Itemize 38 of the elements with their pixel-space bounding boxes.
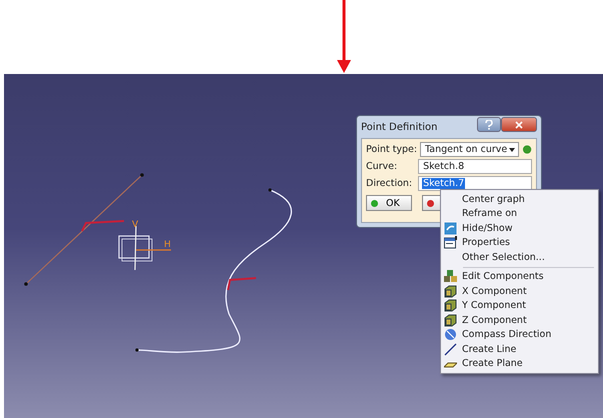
sketch-axis-drawing: [118, 226, 171, 270]
curve-flag-icon: [227, 277, 256, 290]
cube-icon: [444, 299, 457, 312]
sphere-icon[interactable]: [522, 143, 532, 156]
menu-item[interactable]: Center graph: [441, 192, 598, 206]
compass-icon: [444, 328, 457, 342]
dropdown-arrow-icon: [508, 148, 515, 152]
menu-item[interactable]: X Component: [441, 284, 598, 298]
close-icon: [515, 120, 523, 128]
field-label: Direction:: [366, 178, 414, 189]
dialog-title: Point Definition: [361, 122, 438, 132]
properties-icon: [444, 236, 457, 250]
ok-button[interactable]: OK: [366, 195, 412, 211]
down-arrow-icon: [337, 0, 351, 73]
input-field[interactable]: Sketch.8: [418, 159, 532, 174]
edit-components-icon: [444, 270, 457, 284]
question-mark-icon: [485, 120, 493, 130]
line-icon: [444, 342, 457, 356]
help-button[interactable]: [477, 117, 501, 132]
point-type-dropdown[interactable]: Tangent on curve: [420, 142, 519, 157]
menu-item[interactable]: Edit Components: [441, 270, 598, 284]
menu-item[interactable]: Create Plane: [441, 356, 598, 371]
menu-item[interactable]: Create Line: [441, 342, 598, 356]
cube-icon: [444, 284, 457, 298]
menu-item[interactable]: Z Component: [441, 313, 598, 328]
close-button[interactable]: [501, 117, 537, 132]
menu-item[interactable]: Properties: [441, 236, 598, 250]
v-axis-label: V: [132, 220, 138, 230]
menu-item[interactable]: Other Selection...: [441, 250, 598, 264]
field-label: Curve:: [366, 161, 398, 172]
hide-show-icon: [444, 222, 457, 235]
cube-icon: [444, 314, 457, 327]
menu-item[interactable]: Compass Direction: [441, 328, 598, 342]
h-axis-label: H: [164, 240, 171, 250]
field-label: Point type:: [366, 144, 418, 155]
menu-item[interactable]: Hide/Show: [441, 221, 598, 236]
menu-item[interactable]: Reframe on: [441, 206, 598, 221]
menu-item[interactable]: Y Component: [441, 298, 598, 313]
